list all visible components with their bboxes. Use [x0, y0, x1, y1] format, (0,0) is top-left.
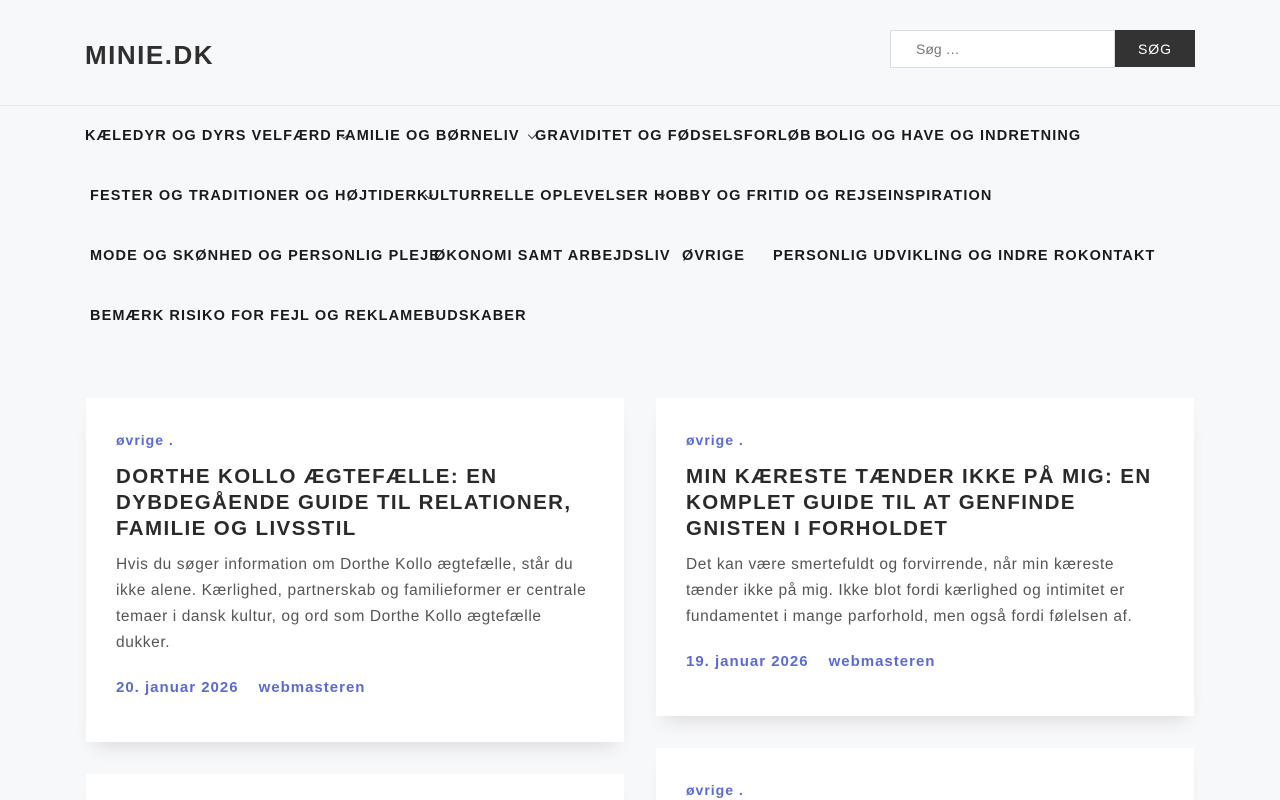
post-category-link[interactable]: øvrige . [116, 432, 174, 448]
nav-item-label: FAMILIE OG BØRNELIV [336, 128, 520, 144]
post-date-link[interactable]: 19. januar 2026 [686, 653, 809, 670]
nav-item-okonomi[interactable]: ØKONOMI SAMT ARBEJDSLIV [434, 248, 671, 264]
nav-item-label: HOBBY OG FRITID OG REJSEINSPIRATION [654, 188, 993, 204]
nav-item-mode[interactable]: MODE OG SKØNHED OG PERSONLIG PLEJE [90, 248, 440, 264]
post-date-link[interactable]: 20. januar 2026 [116, 679, 239, 696]
post-card: øvrige . DORTHE KOLLO ÆGTEFÆLLE: EN DYBD… [86, 398, 624, 742]
post-title[interactable]: DORTHE KOLLO ÆGTEFÆLLE: EN DYBDEGÅENDE G… [116, 464, 594, 542]
post-excerpt: Hvis du søger information om Dorthe Koll… [116, 556, 587, 651]
post-meta: 20. januar 2026 webmasteren [116, 679, 365, 696]
nav-item-ovrige[interactable]: ØVRIGE [682, 248, 745, 264]
nav-item-fester[interactable]: FESTER OG TRADITIONER OG HØJTIDER [90, 188, 434, 204]
nav-item-personlig-udvikling[interactable]: PERSONLIG UDVIKLING OG INDRE RO [773, 248, 1078, 264]
search-form: SØG [890, 30, 1195, 68]
nav-item-familie[interactable]: FAMILIE OG BØRNELIV [336, 128, 536, 144]
nav-item-label: KONTAKT [1078, 248, 1156, 264]
nav-item-bemaerk-risiko[interactable]: BEMÆRK RISIKO FOR FEJL OG REKLAMEBUDSKAB… [90, 308, 527, 324]
nav-item-label: FESTER OG TRADITIONER OG HØJTIDER [90, 188, 418, 204]
nav-item-bolig[interactable]: BOLIG OG HAVE OG INDRETNING [815, 128, 1081, 144]
search-input[interactable] [890, 30, 1115, 68]
site-header: MINIE.DK SØG [0, 0, 1280, 106]
post-category-link[interactable]: øvrige . [686, 782, 744, 798]
site-title[interactable]: MINIE.DK [85, 40, 214, 71]
post-excerpt: Det kan være smertefuldt og forvirrende,… [686, 556, 1133, 625]
post-card: øvrige . MIN KÆRESTE TÆNDER IKKE PÅ MIG:… [656, 398, 1194, 716]
post-meta: 19. januar 2026 webmasteren [686, 653, 935, 670]
nav-item-label: KÆLEDYR OG DYRS VELFÆRD [85, 128, 332, 144]
nav-item-label: PERSONLIG UDVIKLING OG INDRE RO [773, 248, 1078, 264]
post-card [86, 774, 624, 800]
post-card: øvrige . [656, 748, 1194, 800]
nav-item-kaeledyr[interactable]: KÆLEDYR OG DYRS VELFÆRD [85, 128, 349, 144]
nav-item-kulturrelle[interactable]: KULTURRELLE OPLEVELSER [417, 188, 666, 204]
nav-item-graviditet[interactable]: GRAVIDITET OG FØDSELSFORLØB [535, 128, 828, 144]
nav-item-kontakt[interactable]: KONTAKT [1078, 248, 1156, 264]
post-author-link[interactable]: webmasteren [829, 653, 936, 670]
post-title[interactable]: MIN KÆRESTE TÆNDER IKKE PÅ MIG: EN KOMPL… [686, 464, 1164, 542]
nav-item-hobby[interactable]: HOBBY OG FRITID OG REJSEINSPIRATION [654, 188, 992, 204]
search-button[interactable]: SØG [1115, 30, 1195, 67]
nav-item-label: BOLIG OG HAVE OG INDRETNING [815, 128, 1082, 144]
nav-item-label: ØKONOMI SAMT ARBEJDSLIV [434, 248, 671, 264]
nav-item-label: BEMÆRK RISIKO FOR FEJL OG REKLAMEBUDSKAB… [90, 308, 527, 324]
post-author-link[interactable]: webmasteren [259, 679, 366, 696]
post-category-link[interactable]: øvrige . [686, 432, 744, 448]
nav-item-label: ØVRIGE [682, 248, 745, 264]
nav-item-label: GRAVIDITET OG FØDSELSFORLØB [535, 128, 812, 144]
nav-item-label: MODE OG SKØNHED OG PERSONLIG PLEJE [90, 248, 440, 264]
nav-item-label: KULTURRELLE OPLEVELSER [417, 188, 649, 204]
